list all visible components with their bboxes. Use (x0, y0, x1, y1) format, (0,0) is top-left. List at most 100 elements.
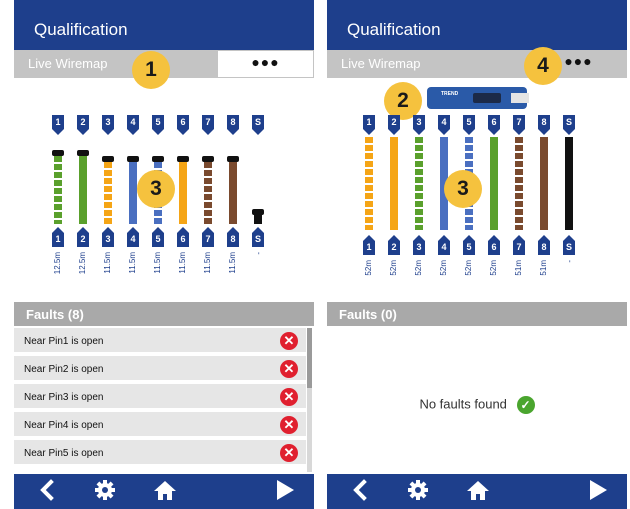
home-button[interactable] (463, 479, 493, 505)
pin-tag-bottom: 2 (388, 235, 400, 255)
fault-text: Near Pin3 is open (24, 392, 104, 403)
pin-tag-top: 1 (363, 115, 375, 135)
callout-marker: 3 (137, 170, 175, 208)
pin-tag-top: 5 (463, 115, 475, 135)
fault-row[interactable]: Near Pin4 is open ✕ (14, 412, 306, 438)
wire-7 (204, 162, 212, 224)
back-button[interactable] (347, 479, 373, 505)
pin-tag-bottom: 3 (413, 235, 425, 255)
more-button[interactable]: ●●● (217, 50, 314, 78)
wire-length: 12.5m (53, 252, 62, 275)
wire-1 (54, 156, 62, 224)
wiremap: 1 2 3 4 5 6 7 8 S 3 1 2 3 4 5 6 7 8 S 12… (14, 78, 314, 300)
pin-tag-top: 2 (388, 115, 400, 135)
wire-3 (415, 137, 423, 230)
pin-tag-bottom: 5 (463, 235, 475, 255)
wire-length: - (565, 260, 574, 263)
wire-8 (229, 162, 237, 224)
pin-tag-bottom: 4 (127, 227, 139, 247)
fault-row[interactable]: Near Pin2 is open ✕ (14, 356, 306, 382)
pin-tag-top: 4 (127, 115, 139, 135)
wire-length: 52m (414, 260, 423, 276)
wire-6 (179, 162, 187, 224)
pin-tag-top: 6 (177, 115, 189, 135)
pin-tag-top: 1 (52, 115, 64, 135)
pin-tag-top: 3 (413, 115, 425, 135)
pin-tag-bottom: 1 (52, 227, 64, 247)
fault-row[interactable]: Near Pin3 is open ✕ (14, 384, 306, 410)
wiremap: 1 2 3 4 5 6 7 8 S 3 1 2 3 4 5 6 7 8 S 52… (327, 78, 627, 300)
wire-length: 11.5m (203, 252, 212, 274)
faults-list: Near Pin1 is open ✕ Near Pin2 is open ✕ … (14, 328, 314, 472)
wire-3 (104, 162, 112, 224)
pin-tag-top: 4 (438, 115, 450, 135)
fault-text: Near Pin4 is open (24, 420, 104, 431)
fault-text: Near Pin5 is open (24, 448, 104, 459)
bottom-nav (14, 474, 314, 509)
left-screen: Qualification Live Wiremap ●●● 1 1 2 3 4… (14, 0, 314, 509)
settings-button[interactable] (92, 479, 118, 505)
wire-length: - (254, 252, 263, 255)
scroll-thumb[interactable] (307, 328, 312, 388)
error-x-icon: ✕ (280, 360, 298, 378)
check-circle-icon: ✓ (516, 396, 535, 414)
callout-marker: 3 (444, 170, 482, 208)
wire-8 (540, 137, 548, 230)
fault-text: Near Pin1 is open (24, 336, 104, 347)
wire-length: 51m (539, 260, 548, 276)
home-button[interactable] (150, 479, 180, 505)
pin-tag-top: S (563, 115, 575, 135)
fault-row[interactable]: Near Pin1 is open ✕ (14, 328, 306, 354)
pin-tag-bottom: 3 (102, 227, 114, 247)
wire-length: 52m (489, 260, 498, 276)
tab-live-wiremap[interactable]: Live Wiremap (327, 50, 530, 78)
back-button[interactable] (34, 479, 60, 505)
error-x-icon: ✕ (280, 388, 298, 406)
settings-button[interactable] (405, 479, 431, 505)
pin-tag-top: 7 (202, 115, 214, 135)
gear-icon (95, 480, 115, 500)
wire-length: 52m (464, 260, 473, 276)
error-x-icon: ✕ (280, 416, 298, 434)
pin-tag-bottom: 8 (538, 235, 550, 255)
pin-tag-top: 2 (77, 115, 89, 135)
wire-7 (515, 137, 523, 230)
wire-1 (365, 137, 373, 230)
error-x-icon: ✕ (280, 444, 298, 462)
gear-icon (408, 480, 428, 500)
no-faults-text: No faults found (419, 396, 507, 412)
fault-text: Near Pin2 is open (24, 364, 104, 375)
no-faults-message: No faults found ✓ (327, 396, 627, 414)
pin-tag-bottom: 6 (488, 235, 500, 255)
wire-length: 51m (514, 260, 523, 276)
tab-bar: Live Wiremap ●●● (327, 50, 627, 78)
pin-tag-bottom: 4 (438, 235, 450, 255)
wire-6 (490, 137, 498, 230)
run-button[interactable] (272, 479, 298, 505)
wire-shield (565, 137, 573, 230)
wire-4 (129, 162, 137, 224)
faults-scrollbar[interactable] (307, 328, 312, 472)
wire-length: 52m (364, 260, 373, 276)
fault-row[interactable]: Near Pin5 is open ✕ (14, 440, 306, 466)
pin-tag-bottom: 5 (152, 227, 164, 247)
wire-2 (79, 156, 87, 224)
faults-header[interactable]: Faults (0) (327, 302, 627, 326)
home-icon (467, 481, 489, 500)
pin-tag-bottom: 2 (77, 227, 89, 247)
pin-tag-bottom: S (563, 235, 575, 255)
error-x-icon: ✕ (280, 332, 298, 350)
tab-live-wiremap[interactable]: Live Wiremap (14, 50, 217, 78)
run-button[interactable] (585, 479, 611, 505)
faults-header[interactable]: Faults (8) (14, 302, 314, 326)
pin-tag-bottom: 1 (363, 235, 375, 255)
wire-shield (254, 212, 262, 224)
wire-length: 11.5m (128, 252, 137, 274)
pin-tag-top: 6 (488, 115, 500, 135)
home-icon (154, 481, 176, 500)
chevron-left-icon (40, 479, 54, 501)
pin-tag-bottom: 6 (177, 227, 189, 247)
wire-length: 11.5m (153, 252, 162, 274)
pin-tag-top: 3 (102, 115, 114, 135)
pin-tag-top: 8 (538, 115, 550, 135)
